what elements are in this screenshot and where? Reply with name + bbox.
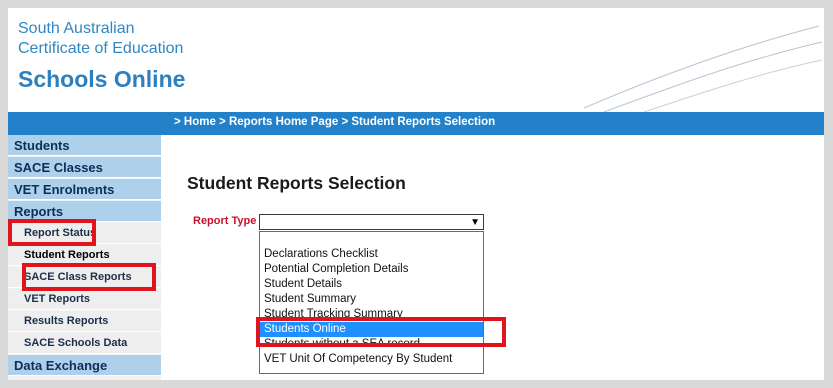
logo-line-1: South Australian xyxy=(18,20,135,37)
chevron-down-icon: ▼ xyxy=(470,217,480,228)
dropdown-option-student-details[interactable]: Student Details xyxy=(260,277,483,292)
sidebar-item-vet-reports[interactable]: VET Reports xyxy=(8,289,161,310)
highlight-box-reports xyxy=(8,219,96,246)
highlight-box-student-reports xyxy=(22,263,156,291)
highlight-box-students-online xyxy=(256,317,506,347)
breadcrumb[interactable]: > Home > Reports Home Page > Student Rep… xyxy=(174,116,495,128)
main-content: Student Reports Selection Report Type ▼ … xyxy=(161,135,824,380)
sidebar-item-data-exchange[interactable]: Data Exchange xyxy=(8,355,161,376)
app-frame: South Australian Certificate of Educatio… xyxy=(8,8,824,380)
sidebar-item-sace-schools-data[interactable]: SACE Schools Data xyxy=(8,333,161,354)
sidebar-item-sace-classes[interactable]: SACE Classes xyxy=(8,157,161,178)
header-swoosh-graphic xyxy=(583,25,823,112)
logo-line-2: Certificate of Education xyxy=(18,40,184,57)
report-type-select[interactable]: ▼ xyxy=(259,214,484,230)
page-title: Student Reports Selection xyxy=(187,173,406,193)
dropdown-option-student-summary[interactable]: Student Summary xyxy=(260,292,483,307)
report-type-label: Report Type xyxy=(193,215,257,227)
nav-bar: > Home > Reports Home Page > Student Rep… xyxy=(8,112,824,135)
header: South Australian Certificate of Educatio… xyxy=(8,8,824,112)
sidebar-item-students[interactable]: Students xyxy=(8,135,161,156)
sidebar: Students SACE Classes VET Enrolments Rep… xyxy=(8,135,161,380)
report-type-dropdown-list: Declarations Checklist Potential Complet… xyxy=(259,231,484,374)
dropdown-option-vet-unit-of-competency[interactable]: VET Unit Of Competency By Student xyxy=(260,352,483,367)
sidebar-item-vet-enrolments[interactable]: VET Enrolments xyxy=(8,179,161,200)
logo-title: Schools Online xyxy=(18,66,186,92)
dropdown-option-declarations-checklist[interactable]: Declarations Checklist xyxy=(260,247,483,262)
sidebar-item-results-reports[interactable]: Results Reports xyxy=(8,311,161,332)
dropdown-option-potential-completion-details[interactable]: Potential Completion Details xyxy=(260,262,483,277)
